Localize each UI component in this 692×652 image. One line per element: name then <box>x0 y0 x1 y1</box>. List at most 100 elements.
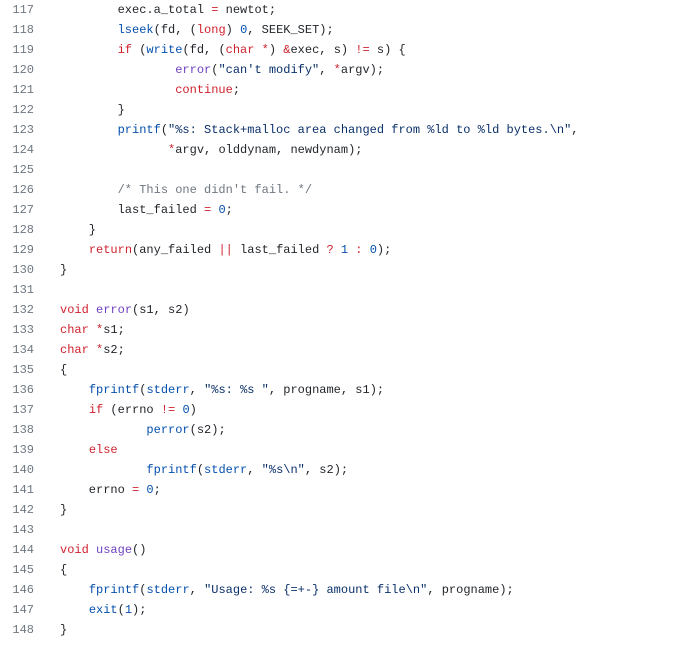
line-number[interactable]: 122 <box>0 100 50 120</box>
line-content[interactable]: char *s2; <box>50 340 692 360</box>
line-content[interactable]: if (errno != 0) <box>50 400 692 420</box>
line-number[interactable]: 138 <box>0 420 50 440</box>
token: errno <box>60 483 132 497</box>
line-content[interactable]: fprintf(stderr, "Usage: %s {=+-} amount … <box>50 580 692 600</box>
line-content[interactable]: { <box>50 360 692 380</box>
line-content[interactable]: continue; <box>50 80 692 100</box>
line-number[interactable]: 135 <box>0 360 50 380</box>
token: } <box>60 503 67 517</box>
line-content[interactable]: void error(s1, s2) <box>50 300 692 320</box>
line-content[interactable]: } <box>50 260 692 280</box>
token: ) <box>269 43 283 57</box>
line-number[interactable]: 125 <box>0 160 50 180</box>
token <box>60 23 118 37</box>
token <box>89 303 96 317</box>
line-number[interactable]: 128 <box>0 220 50 240</box>
line-content[interactable]: error("can't modify", *argv); <box>50 60 692 80</box>
line-content[interactable]: } <box>50 500 692 520</box>
code-line: 148} <box>0 620 692 640</box>
line-content[interactable]: if (write(fd, (char *) &exec, s) != s) { <box>50 40 692 60</box>
line-number[interactable]: 126 <box>0 180 50 200</box>
line-number[interactable]: 132 <box>0 300 50 320</box>
line-number[interactable]: 119 <box>0 40 50 60</box>
line-content[interactable]: void usage() <box>50 540 692 560</box>
line-content[interactable]: printf("%s: Stack+malloc area changed fr… <box>50 120 692 140</box>
line-content[interactable]: } <box>50 100 692 120</box>
code-line: 141 errno = 0; <box>0 480 692 500</box>
line-content[interactable]: } <box>50 620 692 640</box>
line-content[interactable]: lseek(fd, (long) 0, SEEK_SET); <box>50 20 692 40</box>
token-pl-k: void <box>60 543 89 557</box>
token: argv); <box>341 63 384 77</box>
line-number[interactable]: 147 <box>0 600 50 620</box>
line-content[interactable]: { <box>50 560 692 580</box>
line-content[interactable]: /* This one didn't fail. */ <box>50 180 692 200</box>
line-number[interactable]: 146 <box>0 580 50 600</box>
line-number[interactable]: 134 <box>0 340 50 360</box>
token: } <box>60 103 125 117</box>
token <box>363 243 370 257</box>
line-number[interactable]: 121 <box>0 80 50 100</box>
code-line: 119 if (write(fd, (char *) &exec, s) != … <box>0 40 692 60</box>
line-content[interactable]: exec.a_total = newtot; <box>50 0 692 20</box>
line-number[interactable]: 130 <box>0 260 50 280</box>
line-content[interactable]: errno = 0; <box>50 480 692 500</box>
line-number[interactable]: 123 <box>0 120 50 140</box>
line-number[interactable]: 137 <box>0 400 50 420</box>
token: { <box>60 363 67 377</box>
line-content[interactable]: return(any_failed || last_failed ? 1 : 0… <box>50 240 692 260</box>
token-pl-k: : <box>355 243 362 257</box>
line-content[interactable]: char *s1; <box>50 320 692 340</box>
line-number[interactable]: 117 <box>0 0 50 20</box>
code-line: 117 exec.a_total = newtot; <box>0 0 692 20</box>
line-content[interactable]: fprintf(stderr, "%s\n", s2); <box>50 460 692 480</box>
line-content[interactable]: *argv, olddynam, newdynam); <box>50 140 692 160</box>
token-pl-en: error <box>96 303 132 317</box>
line-content[interactable]: else <box>50 440 692 460</box>
line-content[interactable]: } <box>50 220 692 240</box>
token-pl-c1: 0 <box>370 243 377 257</box>
token: ); <box>132 603 146 617</box>
token-pl-c1: printf <box>118 123 161 137</box>
token-pl-c1: 0 <box>146 483 153 497</box>
token-pl-k: long <box>197 23 226 37</box>
line-number[interactable]: 144 <box>0 540 50 560</box>
line-number[interactable]: 124 <box>0 140 50 160</box>
token: ( <box>118 603 125 617</box>
line-number[interactable]: 148 <box>0 620 50 640</box>
token: () <box>132 543 146 557</box>
line-content[interactable]: exit(1); <box>50 600 692 620</box>
token-pl-c1: exit <box>89 603 118 617</box>
token-pl-k: * <box>262 43 269 57</box>
line-content[interactable]: last_failed = 0; <box>50 200 692 220</box>
token-pl-k: || <box>218 243 232 257</box>
token <box>60 243 89 257</box>
code-line: 129 return(any_failed || last_failed ? 1… <box>0 240 692 260</box>
line-number[interactable]: 141 <box>0 480 50 500</box>
token-pl-k: if <box>89 403 103 417</box>
token-pl-k: ? <box>326 243 333 257</box>
token-pl-c1: fprintf <box>146 463 196 477</box>
line-number[interactable]: 143 <box>0 520 50 540</box>
line-number[interactable]: 142 <box>0 500 50 520</box>
line-number[interactable]: 139 <box>0 440 50 460</box>
token-pl-s: "%s: %s " <box>204 383 269 397</box>
token <box>60 423 146 437</box>
line-number[interactable]: 118 <box>0 20 50 40</box>
code-line: 135 { <box>0 360 692 380</box>
token: , <box>247 463 261 477</box>
line-number[interactable]: 127 <box>0 200 50 220</box>
token <box>89 343 96 357</box>
line-number[interactable]: 136 <box>0 380 50 400</box>
token-pl-c1: stderr <box>204 463 247 477</box>
line-number[interactable]: 133 <box>0 320 50 340</box>
token: , progname); <box>427 583 513 597</box>
line-number[interactable]: 140 <box>0 460 50 480</box>
line-number[interactable]: 120 <box>0 60 50 80</box>
line-number[interactable]: 145 <box>0 560 50 580</box>
line-content[interactable]: perror(s2); <box>50 420 692 440</box>
token <box>60 383 89 397</box>
line-number[interactable]: 129 <box>0 240 50 260</box>
line-number[interactable]: 131 <box>0 280 50 300</box>
line-content[interactable]: fprintf(stderr, "%s: %s ", progname, s1)… <box>50 380 692 400</box>
